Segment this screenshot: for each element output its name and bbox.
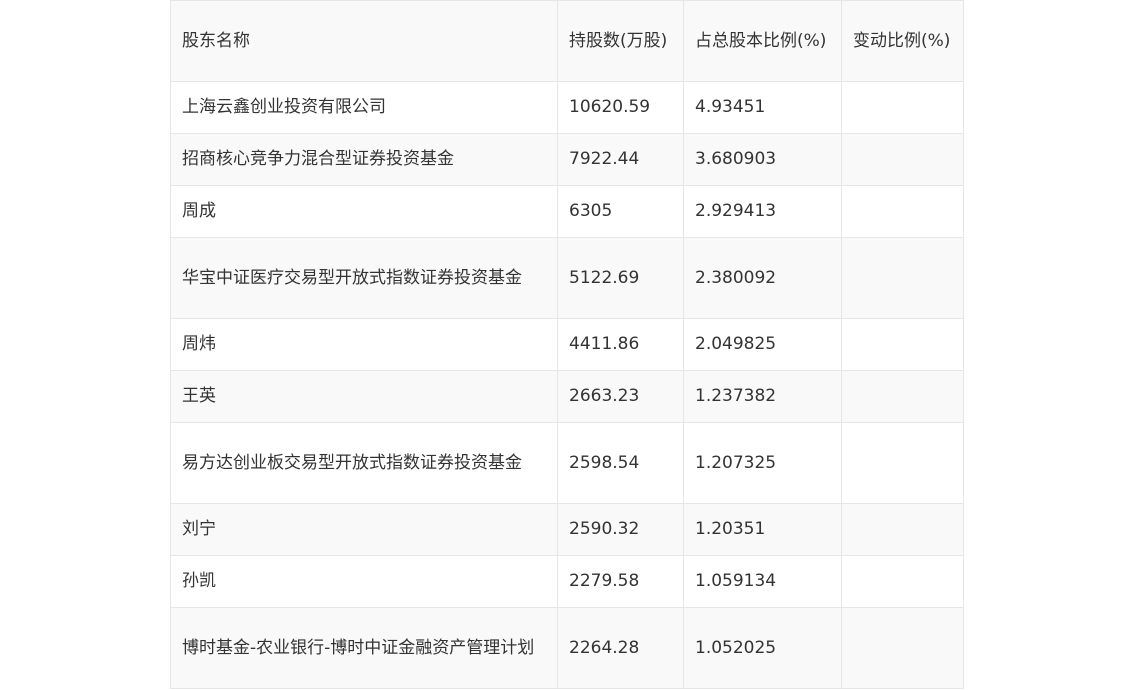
shareholder-name: 上海云鑫创业投资有限公司 [170,81,558,134]
table-row: 周炜 4411.86 2.049825 [170,318,964,371]
shareholder-name: 易方达创业板交易型开放式指数证券投资基金 [170,422,558,504]
shareholder-name: 周成 [170,185,558,238]
change-value [841,370,964,423]
change-value [841,133,964,186]
shares-value: 2590.32 [557,503,684,556]
ratio-value: 2.380092 [683,237,842,319]
shareholder-name: 华宝中证医疗交易型开放式指数证券投资基金 [170,237,558,319]
shares-value: 2264.28 [557,607,684,689]
table-row: 刘宁 2590.32 1.20351 [170,503,964,556]
table-row: 周成 6305 2.929413 [170,185,964,238]
shares-value: 2598.54 [557,422,684,504]
header-shareholder-name: 股东名称 [170,0,558,82]
change-value [841,555,964,608]
shareholder-name: 招商核心竞争力混合型证券投资基金 [170,133,558,186]
table-row: 王英 2663.23 1.237382 [170,370,964,423]
ratio-value: 1.059134 [683,555,842,608]
ratio-value: 1.237382 [683,370,842,423]
shareholder-name: 孙凯 [170,555,558,608]
shares-value: 6305 [557,185,684,238]
shares-value: 10620.59 [557,81,684,134]
table-row: 上海云鑫创业投资有限公司 10620.59 4.93451 [170,81,964,134]
ratio-value: 4.93451 [683,81,842,134]
table-row: 博时基金-农业银行-博时中证金融资产管理计划 2264.28 1.052025 [170,607,964,689]
ratio-value: 3.680903 [683,133,842,186]
shareholder-table-container: 股东名称 持股数(万股) 占总股本比例(%) 变动比例(%) 上海云鑫创业投资有… [170,0,964,689]
shareholder-table: 股东名称 持股数(万股) 占总股本比例(%) 变动比例(%) 上海云鑫创业投资有… [170,0,964,689]
table-row: 招商核心竞争力混合型证券投资基金 7922.44 3.680903 [170,133,964,186]
shares-value: 7922.44 [557,133,684,186]
header-ratio: 占总股本比例(%) [683,0,842,82]
table-row: 易方达创业板交易型开放式指数证券投资基金 2598.54 1.207325 [170,422,964,504]
ratio-value: 2.929413 [683,185,842,238]
change-value [841,503,964,556]
header-shares: 持股数(万股) [557,0,684,82]
shareholder-name: 王英 [170,370,558,423]
table-row: 华宝中证医疗交易型开放式指数证券投资基金 5122.69 2.380092 [170,237,964,319]
table-header-row: 股东名称 持股数(万股) 占总股本比例(%) 变动比例(%) [170,0,964,82]
change-value [841,607,964,689]
shareholder-name: 刘宁 [170,503,558,556]
shareholder-name: 周炜 [170,318,558,371]
change-value [841,185,964,238]
shareholder-name: 博时基金-农业银行-博时中证金融资产管理计划 [170,607,558,689]
shares-value: 2279.58 [557,555,684,608]
header-change: 变动比例(%) [841,0,964,82]
ratio-value: 1.207325 [683,422,842,504]
ratio-value: 1.052025 [683,607,842,689]
change-value [841,422,964,504]
change-value [841,81,964,134]
ratio-value: 1.20351 [683,503,842,556]
change-value [841,318,964,371]
shares-value: 4411.86 [557,318,684,371]
ratio-value: 2.049825 [683,318,842,371]
change-value [841,237,964,319]
shares-value: 5122.69 [557,237,684,319]
table-row: 孙凯 2279.58 1.059134 [170,555,964,608]
shares-value: 2663.23 [557,370,684,423]
